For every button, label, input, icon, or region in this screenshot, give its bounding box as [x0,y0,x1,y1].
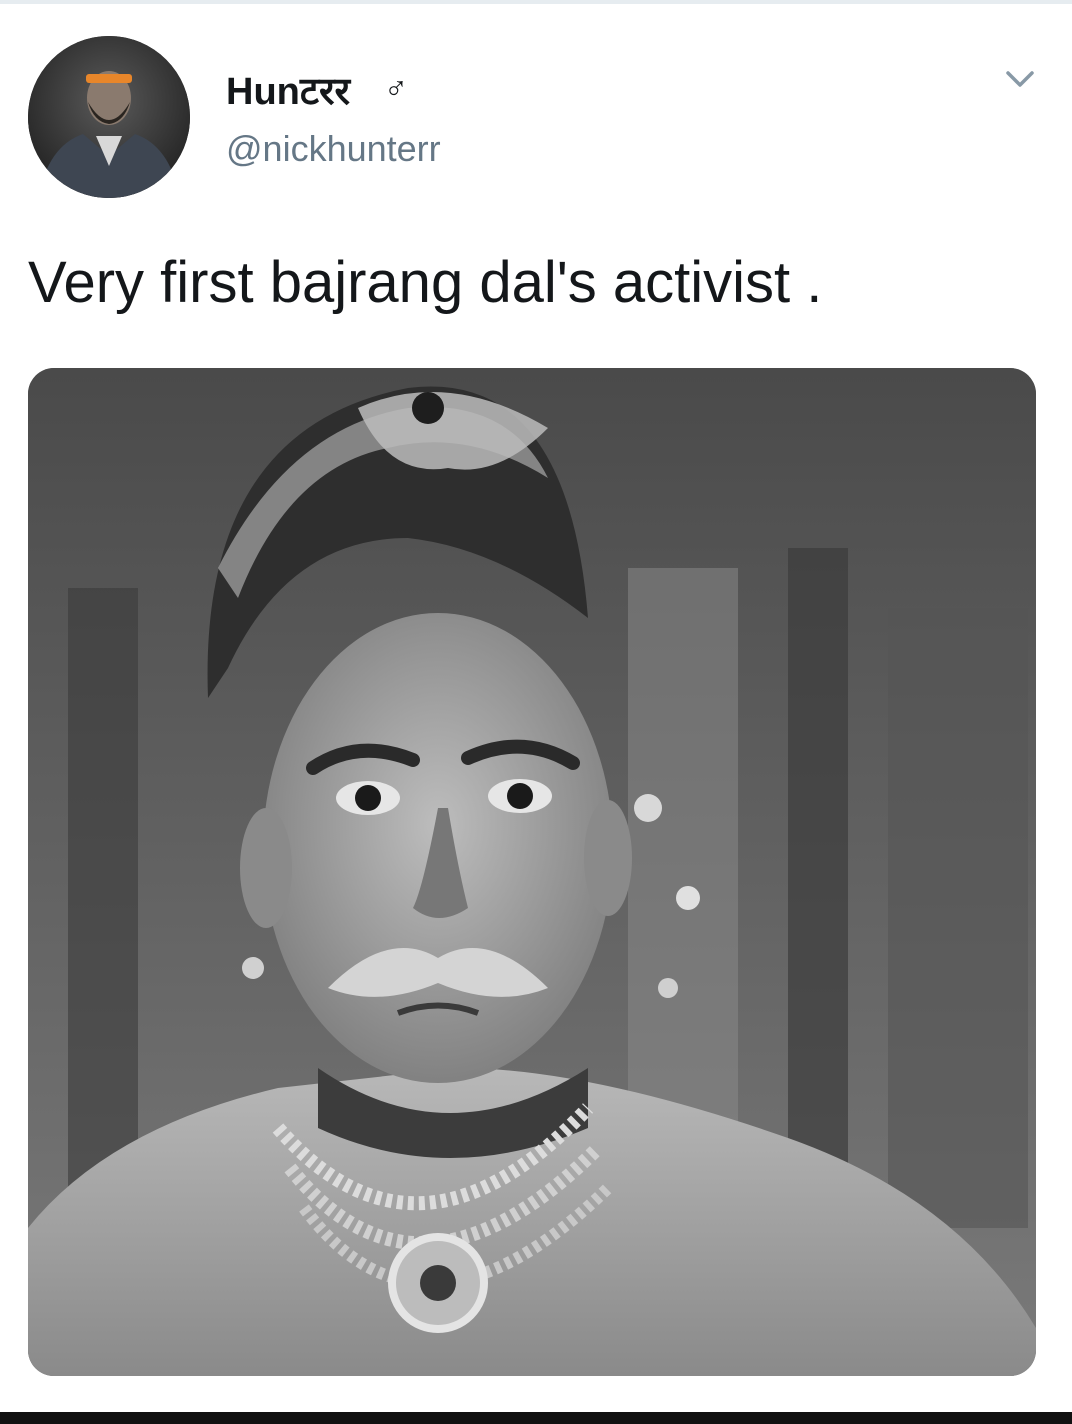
bottom-bar [0,1412,1072,1424]
tweet-image[interactable] [28,368,1036,1376]
avatar[interactable] [28,36,190,198]
avatar-photo [28,36,190,198]
chevron-down-icon[interactable] [996,56,1044,104]
top-divider [0,0,1072,4]
display-name[interactable]: Hunटरर [226,64,350,116]
male-symbol-icon: ♂ [384,70,408,106]
portrait-photo [28,368,1036,1376]
user-handle[interactable]: @nickhunterr [226,128,441,170]
tweet-text: Very first bajrang dal's activist . [28,250,823,315]
